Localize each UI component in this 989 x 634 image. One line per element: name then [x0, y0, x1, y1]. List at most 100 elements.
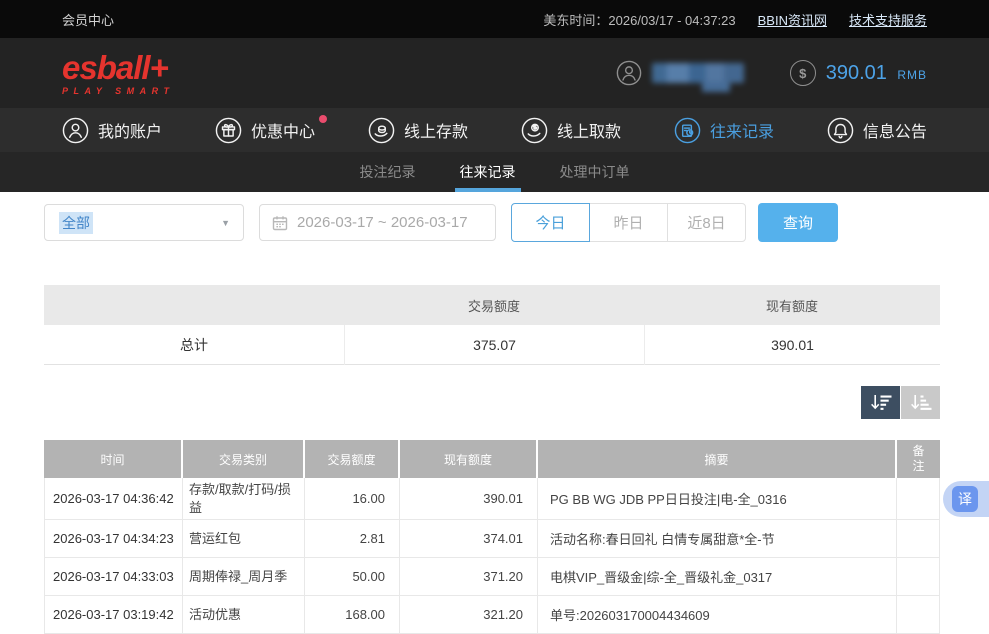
type-select-dropdown[interactable]: 全部 ▼	[44, 204, 244, 241]
table-row: 2026-03-17 04:33:03 周期俸禄_周月季 50.00 371.2…	[44, 558, 940, 596]
nav-label: 往来记录	[710, 118, 774, 142]
summary-header-transaction-amount: 交易额度	[344, 296, 644, 315]
bbin-news-link[interactable]: BBIN资讯网	[758, 10, 827, 29]
cell-summary: 电棋VIP_晋级金|综-全_晋级礼金_0317	[538, 558, 897, 596]
summary-current-amount: 390.01	[644, 325, 940, 365]
cell-time: 2026-03-17 04:34:23	[44, 520, 183, 558]
cell-balance: 321.20	[400, 596, 538, 634]
nav-label: 线上取款	[557, 118, 621, 142]
eastern-time-label: 美东时间：2026/03/17 - 04:37:23	[543, 10, 735, 29]
cell-note	[897, 596, 940, 634]
today-button[interactable]: 今日	[511, 203, 590, 242]
site-header: esball+ PLAY SMART $ 390.01 RMB	[0, 38, 989, 108]
cell-type: 周期俸禄_周月季	[183, 558, 305, 596]
date-range-picker[interactable]: 2026-03-17 ~ 2026-03-17	[259, 204, 496, 241]
balance-currency: RMB	[897, 68, 927, 82]
search-button[interactable]: 查询	[758, 203, 838, 242]
calendar-icon	[272, 215, 288, 231]
tech-support-link[interactable]: 技术支持服务	[849, 10, 927, 29]
user-account-chip[interactable]	[616, 60, 744, 86]
cell-type: 营运红包	[183, 520, 305, 558]
bell-icon	[827, 117, 854, 144]
esball-logo[interactable]: esball+ PLAY SMART	[62, 51, 175, 96]
cell-time: 2026-03-17 04:33:03	[44, 558, 183, 596]
records-icon	[674, 117, 701, 144]
logo-text: esball+	[62, 51, 175, 84]
translate-icon: 译	[952, 486, 978, 512]
username-redacted	[652, 63, 744, 83]
nav-item-transaction-records[interactable]: 往来记录	[674, 117, 774, 144]
withdraw-icon	[521, 117, 548, 144]
main-content: 全部 ▼ 2026-03-17 ~ 2026-03-17 今日 昨日 近8日 查…	[0, 192, 989, 634]
tab-bet-records[interactable]: 投注纪录	[355, 152, 421, 192]
cell-balance: 371.20	[400, 558, 538, 596]
cell-type: 活动优惠	[183, 596, 305, 634]
cell-amount: 16.00	[305, 478, 400, 520]
records-table-body: 2026-03-17 04:36:42 存款/取款/打码/损益 16.00 39…	[44, 478, 940, 634]
gift-icon	[215, 117, 242, 144]
col-header-summary: 摘要	[538, 440, 897, 478]
cell-note	[897, 478, 940, 520]
col-header-balance: 现有额度	[400, 440, 538, 478]
cell-balance: 374.01	[400, 520, 538, 558]
cell-amount: 2.81	[305, 520, 400, 558]
sub-nav: 投注纪录 往来记录 处理中订单	[0, 152, 989, 192]
tab-transaction-records[interactable]: 往来记录	[455, 152, 521, 192]
logo-tagline: PLAY SMART	[62, 87, 175, 96]
quick-date-buttons: 今日 昨日 近8日	[511, 203, 746, 242]
nav-label: 我的账户	[98, 118, 162, 142]
last-8-days-button[interactable]: 近8日	[667, 203, 746, 242]
cell-note	[897, 558, 940, 596]
nav-label: 线上存款	[404, 118, 468, 142]
nav-label: 信息公告	[863, 118, 927, 142]
col-header-time: 时间	[44, 440, 183, 478]
records-table-header: 时间 交易类别 交易额度 现有额度 摘要 备注	[44, 440, 940, 478]
notification-dot	[319, 115, 327, 123]
tab-pending-orders[interactable]: 处理中订单	[555, 152, 635, 192]
records-table: 时间 交易类别 交易额度 现有额度 摘要 备注 2026-03-17 04:36…	[44, 440, 940, 634]
sort-descending-icon	[870, 394, 892, 412]
nav-item-announcements[interactable]: 信息公告	[827, 117, 927, 144]
summary-transaction-amount: 375.07	[344, 325, 644, 365]
user-icon	[62, 117, 89, 144]
yesterday-button[interactable]: 昨日	[589, 203, 668, 242]
cell-note	[897, 520, 940, 558]
chevron-down-icon: ▼	[221, 218, 230, 228]
dollar-icon: $	[790, 60, 816, 86]
summary-table-header: 交易额度 现有额度	[44, 285, 940, 325]
member-center-link[interactable]: 会员中心	[62, 10, 114, 29]
avatar-icon	[616, 60, 642, 86]
summary-total-row: 总计 375.07 390.01	[44, 325, 940, 365]
col-header-note: 备注	[897, 440, 940, 478]
cell-time: 2026-03-17 03:19:42	[44, 596, 183, 634]
cell-summary: 活动名称:春日回礼 白情专属甜意*全-节	[538, 520, 897, 558]
nav-item-promotions[interactable]: 优惠中心	[215, 117, 315, 144]
top-bar: 会员中心 美东时间：2026/03/17 - 04:37:23 BBIN资讯网 …	[0, 0, 989, 38]
cell-amount: 50.00	[305, 558, 400, 596]
cell-summary: PG BB WG JDB PP日日投注|电-全_0316	[538, 478, 897, 520]
type-select-value: 全部	[59, 212, 93, 234]
nav-label: 优惠中心	[251, 118, 315, 142]
sort-ascending-button[interactable]	[901, 386, 940, 419]
summary-total-label: 总计	[44, 325, 344, 365]
sort-ascending-icon	[910, 394, 932, 412]
nav-item-deposit[interactable]: 线上存款	[368, 117, 468, 144]
table-row: 2026-03-17 04:34:23 营运红包 2.81 374.01 活动名…	[44, 520, 940, 558]
main-nav: 我的账户 优惠中心 线上存款 线上取款 往来记录	[0, 108, 989, 152]
cell-summary: 单号:202603170004434609	[538, 596, 897, 634]
balance-chip[interactable]: $ 390.01 RMB	[790, 60, 927, 86]
cell-type: 存款/取款/打码/损益	[183, 478, 305, 520]
sort-controls	[44, 386, 940, 419]
filter-row: 全部 ▼ 2026-03-17 ~ 2026-03-17 今日 昨日 近8日 查…	[44, 203, 940, 242]
cell-time: 2026-03-17 04:36:42	[44, 478, 183, 520]
translate-widget[interactable]: 译	[943, 481, 989, 517]
summary-table: 交易额度 现有额度 总计 375.07 390.01	[44, 285, 940, 365]
nav-item-my-account[interactable]: 我的账户	[62, 117, 162, 144]
summary-header-current-amount: 现有额度	[644, 296, 940, 315]
cell-balance: 390.01	[400, 478, 538, 520]
nav-item-withdraw[interactable]: 线上取款	[521, 117, 621, 144]
cell-amount: 168.00	[305, 596, 400, 634]
deposit-icon	[368, 117, 395, 144]
sort-descending-button[interactable]	[861, 386, 900, 419]
col-header-amount: 交易额度	[305, 440, 400, 478]
